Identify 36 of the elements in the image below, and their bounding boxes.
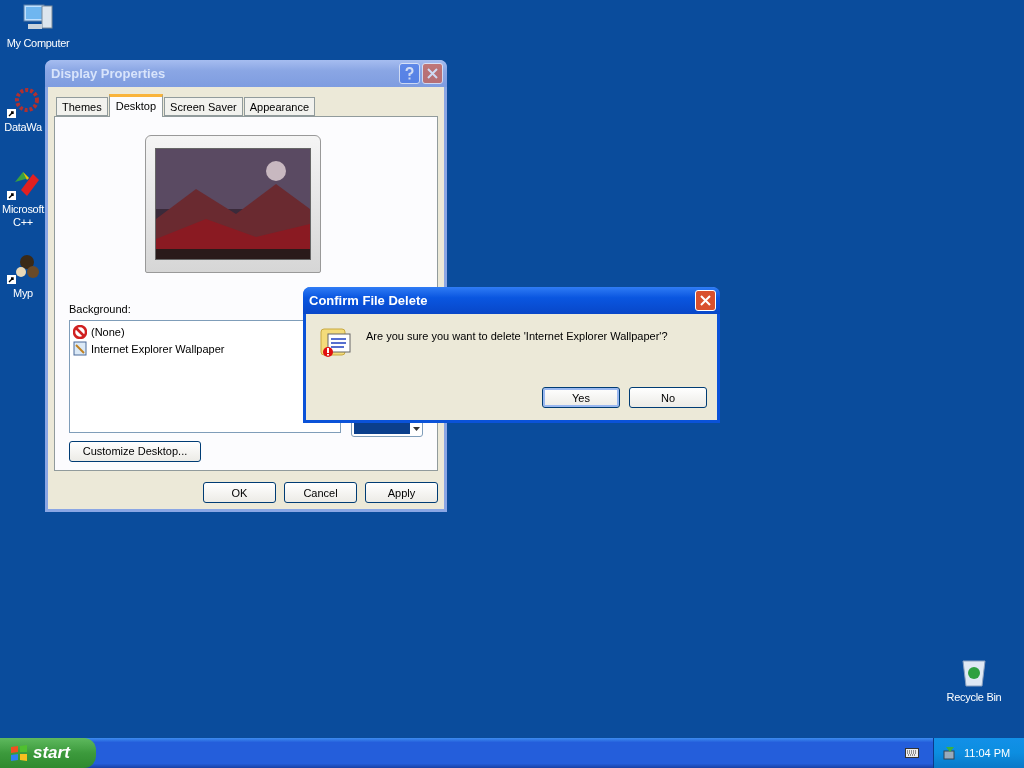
list-item[interactable]: Internet Explorer Wallpaper <box>73 340 337 357</box>
close-button[interactable] <box>695 290 716 311</box>
close-button[interactable] <box>422 63 443 84</box>
desktop-icon-label[interactable]: Myp <box>13 287 33 300</box>
dropdown-arrow-icon <box>413 426 420 431</box>
start-button[interactable]: start <box>0 738 96 768</box>
list-item[interactable]: (None) <box>73 323 337 340</box>
desktop-icon-label[interactable]: DataWa <box>4 121 42 134</box>
background-label: Background: <box>69 303 131 315</box>
desktop-icon-label[interactable]: Recycle Bin <box>946 691 1002 704</box>
question-mark-icon <box>405 67 414 80</box>
no-entry-icon <box>73 324 87 339</box>
windows-logo-icon <box>10 744 28 762</box>
tab[interactable]: Appearance <box>243 97 316 116</box>
tab[interactable]: Screen Saver <box>164 97 243 116</box>
image-file-icon <box>73 341 87 356</box>
dialog-button[interactable]: Apply <box>365 482 438 503</box>
keyboard-icon[interactable] <box>905 748 919 758</box>
window-title: Display Properties <box>51 66 166 81</box>
dialog-button[interactable]: Yes <box>542 387 620 408</box>
dialog-button[interactable]: Cancel <box>284 482 357 503</box>
help-button[interactable] <box>399 63 420 84</box>
tab[interactable]: Desktop <box>108 94 164 117</box>
tab[interactable]: Themes <box>56 97 108 116</box>
desktop-icon-label[interactable]: My Computer <box>6 37 70 50</box>
close-icon <box>700 295 711 306</box>
dialog-button[interactable]: OK <box>203 482 276 503</box>
dialog-button[interactable]: No <box>629 387 707 408</box>
desktop-icon-label[interactable]: Microsoft C++ <box>2 203 44 229</box>
clock: 11:04 PM <box>964 747 1011 759</box>
shortcut-icon <box>7 86 39 118</box>
close-icon <box>427 68 438 79</box>
shortcut-icon <box>7 252 39 284</box>
confirm-message: Are you sure you want to delete 'Internet Explorer Wallpaper'? <box>366 330 668 344</box>
dialog-title: Confirm File Delete <box>309 293 428 308</box>
customize-desktop-button[interactable]: Customize Desktop... <box>69 440 201 462</box>
